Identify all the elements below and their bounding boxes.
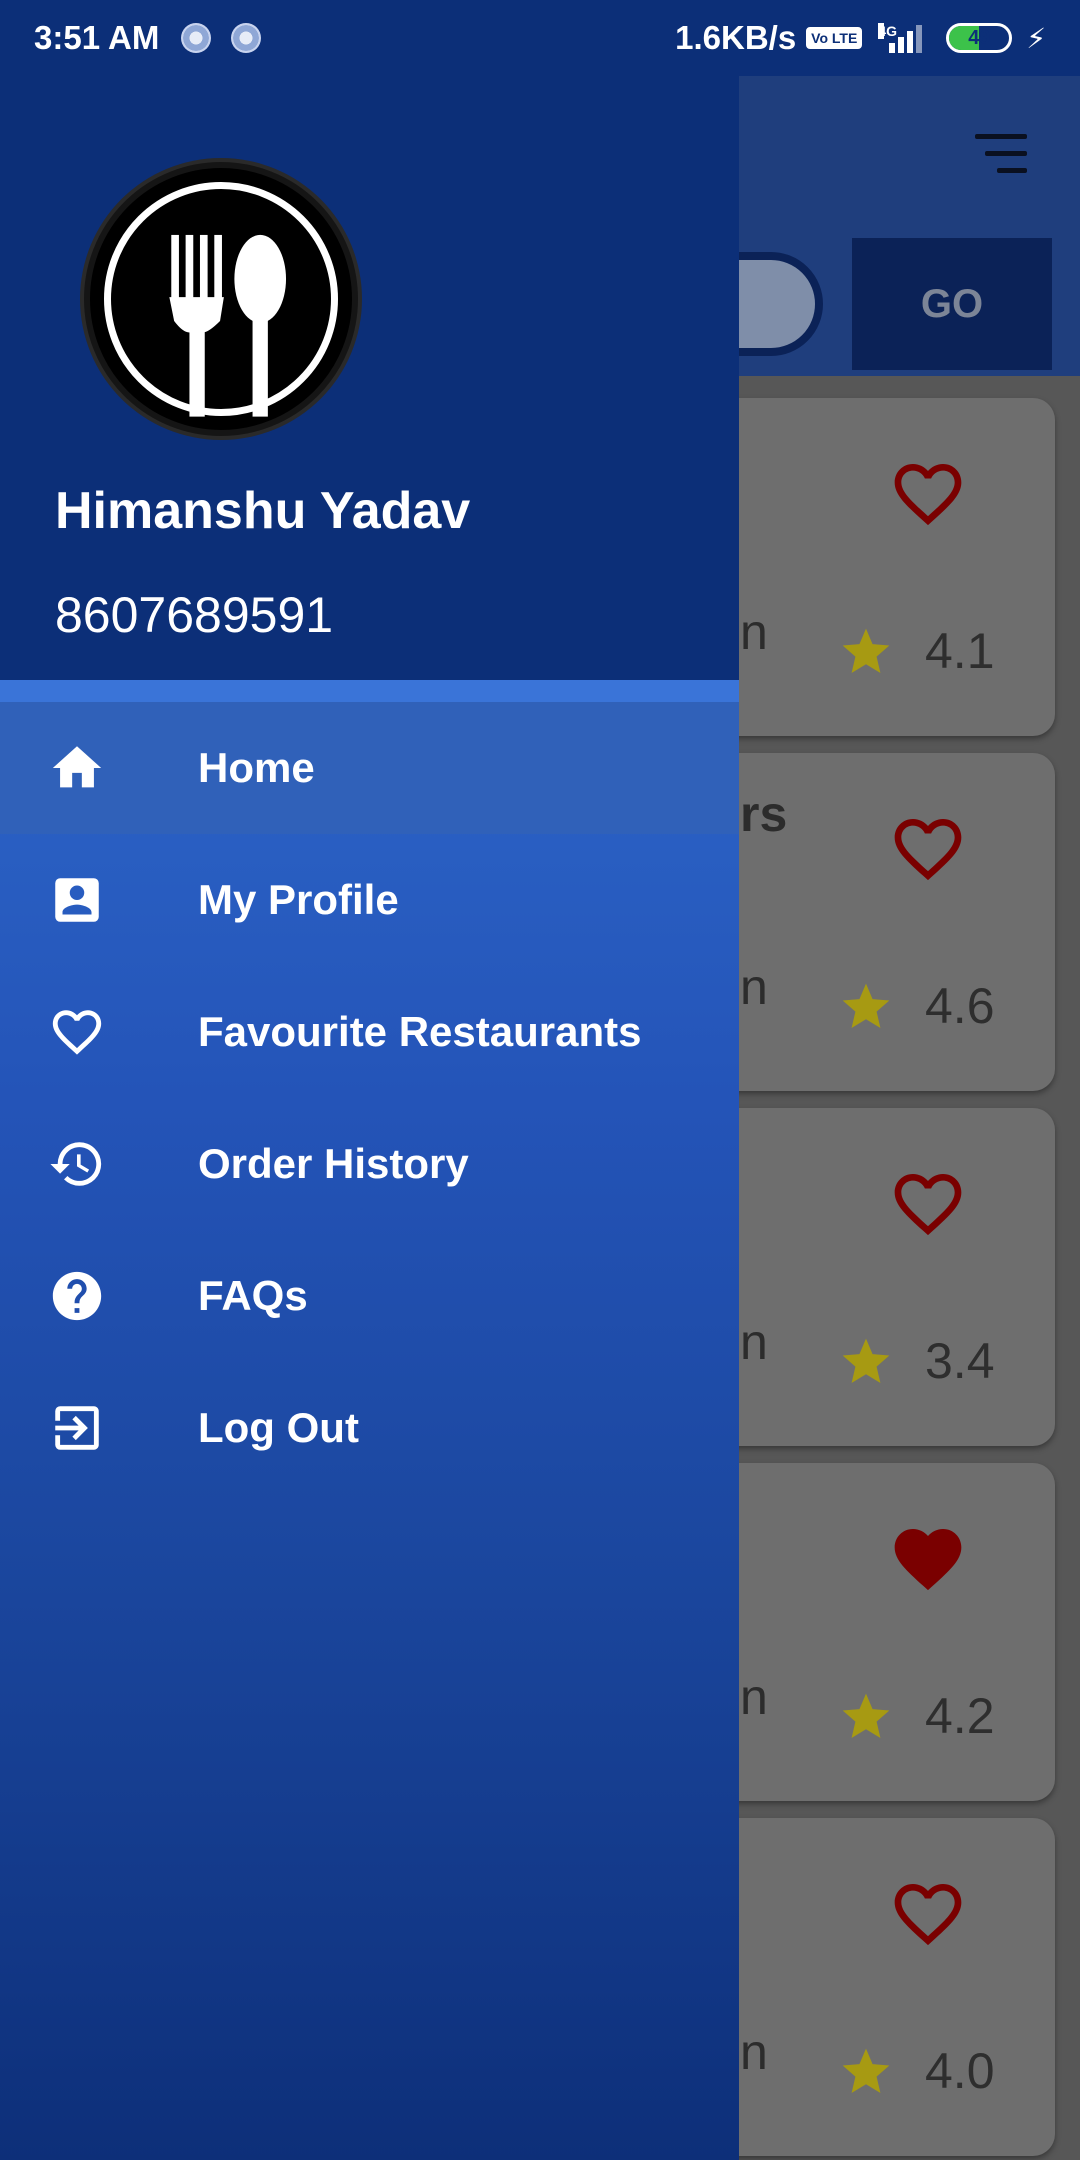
star-icon [842, 628, 890, 673]
menu-item-label: FAQs [198, 1272, 308, 1319]
signal-icon: 4G [878, 23, 923, 53]
history-icon [48, 1135, 106, 1193]
heart-outline-icon [48, 1003, 106, 1061]
restaurant-rating: 4.1 [925, 623, 995, 679]
menu-item-favourite-restaurants[interactable]: Favourite Restaurants [0, 966, 739, 1098]
help-icon [48, 1267, 106, 1325]
menu-item-my-profile[interactable]: My Profile [0, 834, 739, 966]
restaurant-card[interactable]: n 4.2 [700, 1463, 1055, 1801]
restaurant-card[interactable]: rs n 4.6 [700, 753, 1055, 1091]
star-icon [842, 1338, 890, 1383]
home-icon [48, 739, 106, 797]
logout-icon [48, 1399, 106, 1457]
menu-item-label: My Profile [198, 876, 399, 923]
star-icon [842, 2048, 890, 2093]
restaurant-price: n [740, 2024, 768, 2080]
restaurant-price: n [740, 604, 768, 660]
drawer-menu: Home My Profile Favourite Restaurants Or… [0, 702, 739, 1494]
menu-item-home[interactable]: Home [0, 702, 739, 834]
menu-item-label: Log Out [198, 1404, 359, 1451]
status-right-group: 1.6KB/s Vo LTE 4G 49 ⚡ [675, 19, 1046, 57]
profile-icon [48, 871, 106, 929]
heart-outline-icon[interactable] [886, 809, 970, 889]
restaurant-rating: 3.4 [925, 1333, 995, 1389]
heart-outline-icon[interactable] [886, 454, 970, 534]
notification-icon [231, 23, 262, 53]
menu-item-faqs[interactable]: FAQs [0, 1230, 739, 1362]
menu-item-log-out[interactable]: Log Out [0, 1362, 739, 1494]
restaurant-price: n [740, 1314, 768, 1370]
restaurant-rating: 4.0 [925, 2043, 995, 2099]
restaurant-rating: 4.6 [925, 978, 995, 1034]
menu-item-order-history[interactable]: Order History [0, 1098, 739, 1230]
restaurant-card[interactable]: n 4.1 [700, 398, 1055, 736]
menu-item-label: Favourite Restaurants [198, 1008, 642, 1055]
net-speed: 1.6KB/s [675, 19, 797, 56]
status-time: 3:51 AM [34, 19, 160, 56]
restaurant-card[interactable]: n 3.4 [700, 1108, 1055, 1446]
star-icon [842, 1693, 890, 1738]
network-type: 4G [878, 23, 898, 39]
menu-item-label: Home [198, 744, 315, 791]
charging-icon: ⚡ [1026, 22, 1046, 54]
restaurant-price: n [740, 959, 768, 1015]
restaurant-name: rs [740, 786, 788, 842]
notification-icon [181, 23, 212, 53]
user-name: Himanshu Yadav [55, 482, 471, 540]
menu-item-label: Order History [198, 1140, 469, 1187]
user-phone: 8607689591 [55, 587, 334, 643]
battery-icon: 49 [946, 23, 1013, 53]
restaurant-price: n [740, 1669, 768, 1725]
go-button[interactable]: GO [852, 238, 1052, 370]
restaurant-rating: 4.2 [925, 1688, 995, 1744]
status-bar: 3:51 AM 1.6KB/s Vo LTE 4G 49 ⚡ [0, 0, 1080, 76]
avatar [84, 162, 358, 436]
drawer-header: Himanshu Yadav 8607689591 [0, 76, 739, 680]
navigation-drawer: Himanshu Yadav 8607689591 Home My Profil… [0, 0, 739, 2160]
star-icon [842, 983, 890, 1028]
fork-spoon-icon [169, 234, 287, 417]
restaurant-card[interactable]: n 4.0 [700, 1818, 1055, 2156]
sort-icon[interactable] [975, 134, 1027, 174]
heart-outline-icon[interactable] [886, 1874, 970, 1954]
header-divider [0, 680, 739, 702]
heart-filled-icon[interactable] [886, 1519, 970, 1599]
heart-outline-icon[interactable] [886, 1164, 970, 1244]
volte-icon: Vo LTE [806, 27, 863, 49]
battery-percent: 49 [968, 26, 991, 49]
